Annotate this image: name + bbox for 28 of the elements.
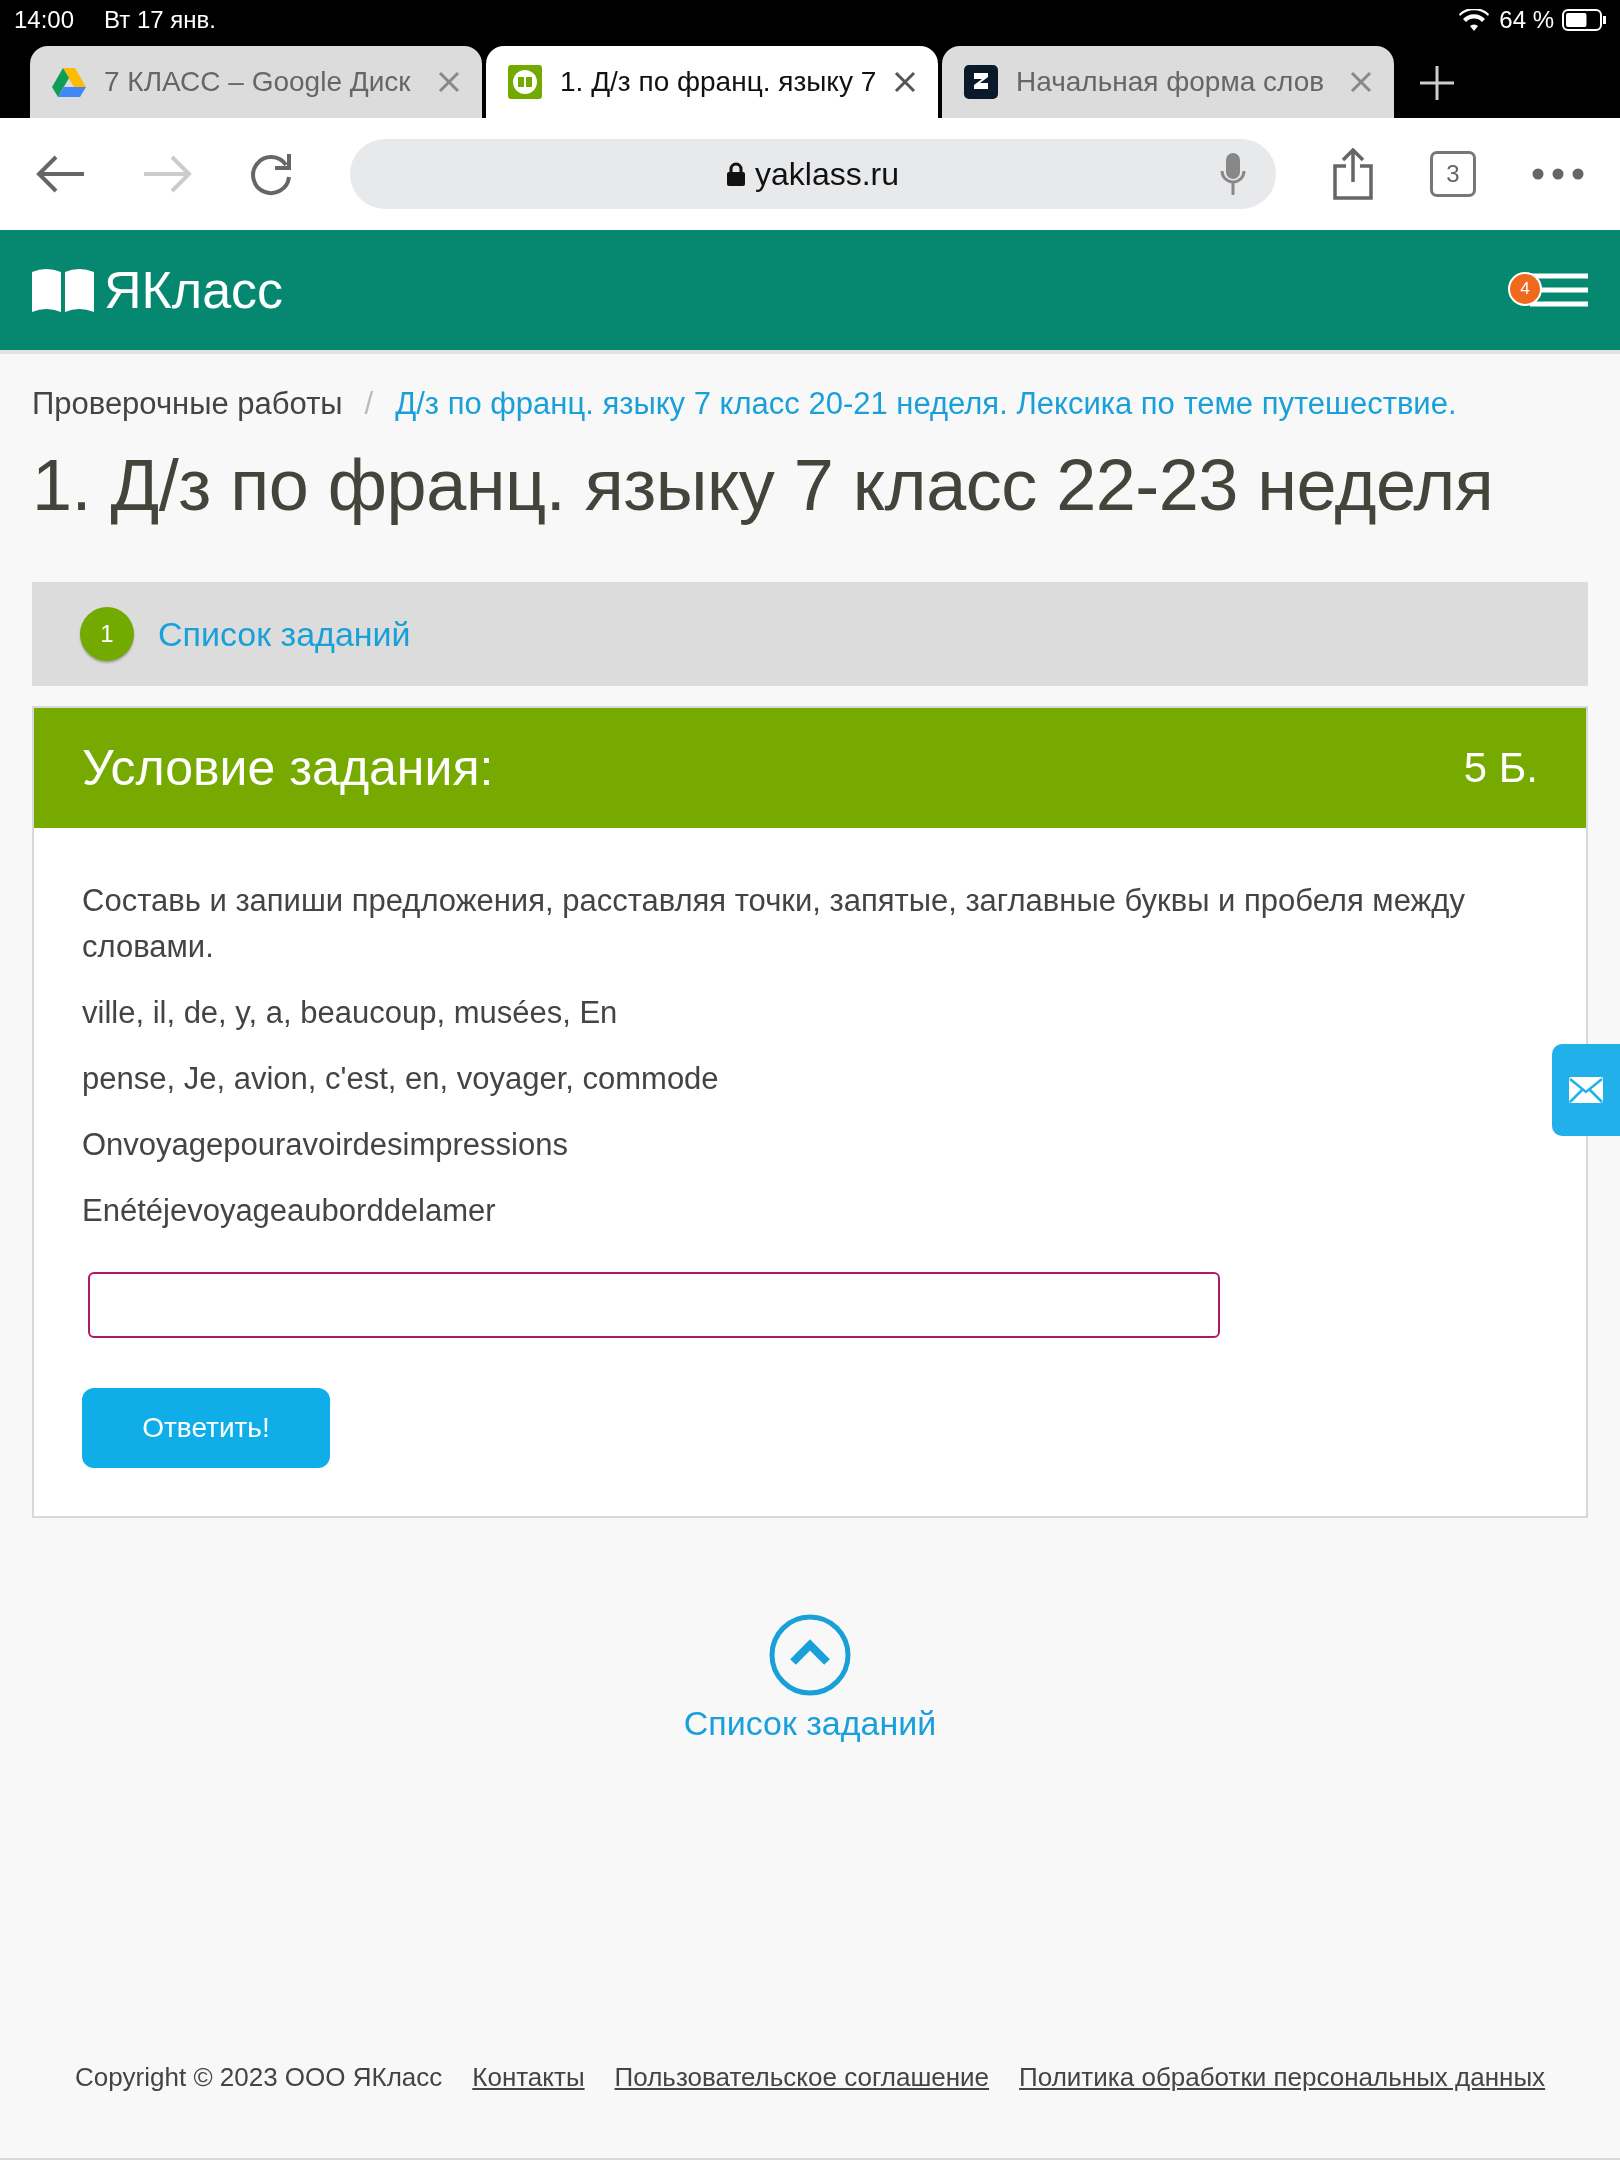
task-heading: Условие задания: [82, 739, 494, 797]
task-list-link[interactable]: Список заданий [683, 1704, 937, 1743]
status-time: 14:00 [14, 6, 75, 34]
task-instruction: Составь и запиши предложения, расставляя точки, запятые, заглавные буквы и пробеля между словами. [82, 882, 1466, 966]
notification-badge: 4 [1508, 272, 1542, 306]
address-field[interactable]: yaklass.ru [350, 139, 1276, 209]
browser-tab[interactable]: Начальная форма слов [942, 46, 1394, 118]
status-date: Вт 17 янв. [104, 6, 216, 34]
breadcrumb-separator: / [364, 386, 374, 422]
word-line: pense, Je, avion, c'est, en, voyager, commode [82, 1060, 720, 1098]
word-line: Onvoyagepouravoirdesimpressions [82, 1126, 569, 1164]
footer-link[interactable]: Политика обработки персональных данных [1019, 2062, 1546, 2093]
word-line: Enétéjevoyageauborddelamer [82, 1192, 497, 1230]
footer-link[interactable]: Пользовательское соглашение [614, 2062, 990, 2093]
page-title: 1. Д/з по франц. языку 7 класс 22-23 неделя [32, 444, 1495, 526]
battery-percent: 64 % [1499, 6, 1554, 34]
footer-link[interactable]: Контакты [472, 2062, 585, 2093]
browser-tab[interactable]: 1. Д/з по франц. языку 7 [486, 46, 938, 118]
task-number[interactable]: 1 [80, 607, 134, 661]
site-logo[interactable]: ЯКласс [104, 260, 284, 320]
breadcrumb-link[interactable]: Д/з по франц. языку 7 класс 20-21 неделя. Лексика по теме путешествие. [395, 386, 1457, 422]
word-line: ville, il, de, y, a, beaucoup, musées, En [82, 994, 619, 1032]
tab-count[interactable]: 3 [1430, 151, 1476, 197]
browser-tab[interactable]: 7 КЛАСС – Google Диск [30, 46, 482, 118]
submit-button[interactable]: Ответить! [82, 1388, 330, 1468]
task-points: 5 Б. [1463, 744, 1538, 792]
copyright-text: Copyright © 2023 ООО ЯКласс [74, 2062, 443, 2093]
breadcrumb-link[interactable]: Проверочные работы [32, 386, 343, 422]
